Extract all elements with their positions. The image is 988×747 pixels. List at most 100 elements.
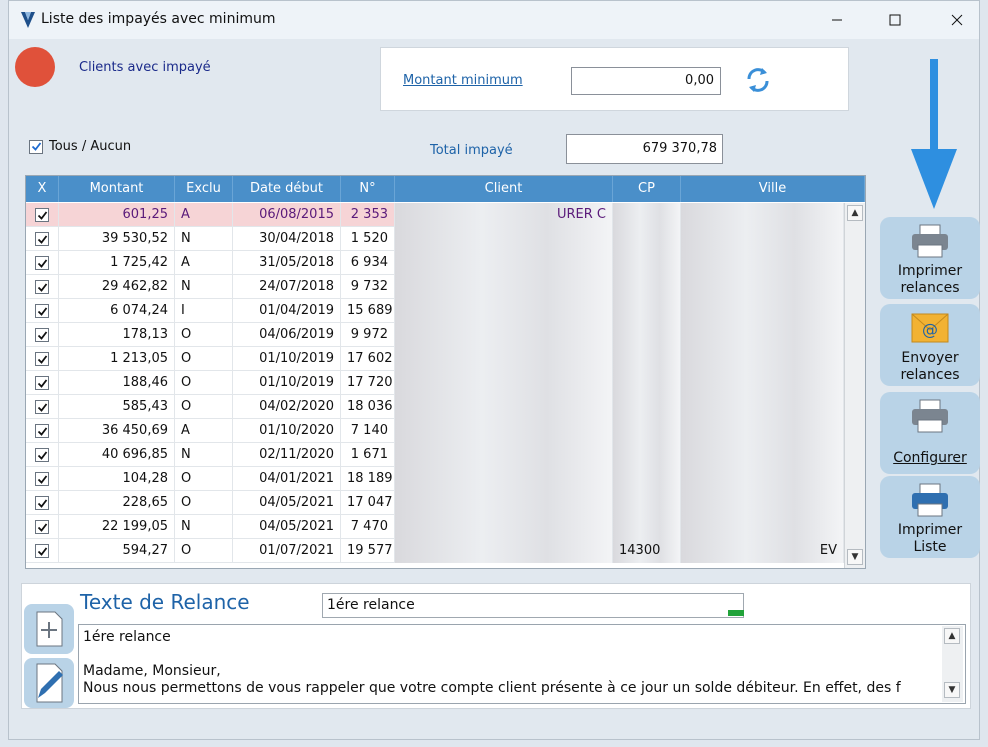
minimize-icon[interactable] <box>817 7 857 33</box>
check-icon[interactable] <box>35 256 49 270</box>
col-client[interactable]: Client <box>395 176 613 202</box>
row-checkbox[interactable] <box>26 491 59 515</box>
configurer-button[interactable]: Configurer <box>880 392 980 474</box>
cell-exclu: O <box>175 467 233 491</box>
table-row[interactable]: 585,43 O 04/02/2020 18 036 <box>26 395 844 419</box>
configurer-label: Configurer <box>893 450 967 466</box>
cell-exclu: N <box>175 515 233 539</box>
tous-aucun-checkbox[interactable] <box>29 139 43 154</box>
relance-line-1: 1ére relance <box>83 629 171 645</box>
scroll-up-icon[interactable]: ▲ <box>847 205 863 221</box>
row-checkbox[interactable] <box>26 371 59 395</box>
check-icon[interactable] <box>35 544 49 558</box>
cell-montant: 1 725,42 <box>59 251 175 275</box>
check-icon[interactable] <box>35 352 49 366</box>
relance-scroll-down-icon[interactable]: ▼ <box>944 682 960 698</box>
scroll-down-icon[interactable]: ▼ <box>847 549 863 565</box>
envoyer-relances-button[interactable]: @ Envoyer relances <box>880 304 980 386</box>
cell-cp <box>613 347 681 371</box>
col-numero[interactable]: N° <box>341 176 395 202</box>
check-icon[interactable] <box>35 496 49 510</box>
check-icon[interactable] <box>35 280 49 294</box>
table-row[interactable]: 178,13 O 04/06/2019 9 972 <box>26 323 844 347</box>
table-row[interactable]: 1 725,42 A 31/05/2018 6 934 <box>26 251 844 275</box>
cell-date: 04/05/2021 <box>233 515 341 539</box>
minimum-panel: Montant minimum 0,00 <box>380 47 849 111</box>
cell-cp <box>613 203 681 227</box>
row-checkbox[interactable] <box>26 539 59 563</box>
relance-scroll-up-icon[interactable]: ▲ <box>944 628 960 644</box>
cell-montant: 178,13 <box>59 323 175 347</box>
table-row[interactable]: 594,27 O 01/07/2021 19 577 14300 EV <box>26 539 844 563</box>
check-icon[interactable] <box>35 376 49 390</box>
montant-minimum-label: Montant minimum <box>403 73 523 88</box>
row-checkbox[interactable] <box>26 299 59 323</box>
cell-ville <box>681 299 844 323</box>
check-icon[interactable] <box>35 448 49 462</box>
imprimer-liste-button[interactable]: Imprimer Liste <box>880 476 980 558</box>
cell-client <box>395 371 613 395</box>
imprimer-liste-line1: Imprimer <box>897 522 963 538</box>
imprimer-relances-button[interactable]: Imprimer relances <box>880 217 980 299</box>
table-row[interactable]: 29 462,82 N 24/07/2018 9 732 <box>26 275 844 299</box>
relance-select[interactable]: 1ére relance <box>322 593 744 618</box>
table-row[interactable]: 601,25 A 06/08/2015 2 353 URER C <box>26 203 844 227</box>
check-icon[interactable] <box>35 424 49 438</box>
cell-ville <box>681 467 844 491</box>
table-row[interactable]: 40 696,85 N 02/11/2020 1 671 <box>26 443 844 467</box>
row-checkbox[interactable] <box>26 419 59 443</box>
row-checkbox[interactable] <box>26 227 59 251</box>
cell-exclu: A <box>175 203 233 227</box>
table-row[interactable]: 228,65 O 04/05/2021 17 047 <box>26 491 844 515</box>
cell-montant: 39 530,52 <box>59 227 175 251</box>
check-icon[interactable] <box>35 328 49 342</box>
main-window: Liste des impayés avec minimum Clients a… <box>8 0 980 740</box>
check-icon[interactable] <box>35 520 49 534</box>
refresh-icon[interactable] <box>745 65 771 95</box>
col-ville[interactable]: Ville <box>681 176 865 202</box>
col-exclu[interactable]: Exclu <box>175 176 233 202</box>
col-cp[interactable]: CP <box>613 176 681 202</box>
check-icon[interactable] <box>35 232 49 246</box>
cell-ville <box>681 395 844 419</box>
row-checkbox[interactable] <box>26 323 59 347</box>
montant-minimum-input[interactable]: 0,00 <box>571 67 721 95</box>
row-checkbox[interactable] <box>26 275 59 299</box>
table-row[interactable]: 188,46 O 01/10/2019 17 720 <box>26 371 844 395</box>
relance-scrollbar[interactable]: ▲ ▼ <box>942 626 963 702</box>
check-icon[interactable] <box>35 400 49 414</box>
add-relance-button[interactable] <box>24 604 74 654</box>
row-checkbox[interactable] <box>26 347 59 371</box>
table-row[interactable]: 104,28 O 04/01/2021 18 189 <box>26 467 844 491</box>
cell-exclu: O <box>175 491 233 515</box>
tous-aucun-toggle[interactable]: Tous / Aucun <box>29 139 131 154</box>
cell-num: 9 972 <box>341 323 395 347</box>
col-date-debut[interactable]: Date début <box>233 176 341 202</box>
table-row[interactable]: 1 213,05 O 01/10/2019 17 602 <box>26 347 844 371</box>
row-checkbox[interactable] <box>26 395 59 419</box>
row-checkbox[interactable] <box>26 443 59 467</box>
col-montant[interactable]: Montant <box>59 176 175 202</box>
table-row[interactable]: 36 450,69 A 01/10/2020 7 140 <box>26 419 844 443</box>
check-icon[interactable] <box>35 208 49 222</box>
check-icon[interactable] <box>35 472 49 486</box>
table-row[interactable]: 6 074,24 I 01/04/2019 15 689 <box>26 299 844 323</box>
row-checkbox[interactable] <box>26 203 59 227</box>
cell-exclu: O <box>175 323 233 347</box>
table-row[interactable]: 22 199,05 N 04/05/2021 7 470 <box>26 515 844 539</box>
maximize-icon[interactable] <box>875 7 915 33</box>
table-row[interactable]: 39 530,52 N 30/04/2018 1 520 <box>26 227 844 251</box>
cell-date: 04/06/2019 <box>233 323 341 347</box>
row-checkbox[interactable] <box>26 467 59 491</box>
check-icon[interactable] <box>35 304 49 318</box>
cell-num: 9 732 <box>341 275 395 299</box>
tous-aucun-label: Tous / Aucun <box>49 139 132 154</box>
row-checkbox[interactable] <box>26 515 59 539</box>
col-x[interactable]: X <box>26 176 59 202</box>
close-icon[interactable] <box>937 7 977 33</box>
row-checkbox[interactable] <box>26 251 59 275</box>
table-scrollbar[interactable]: ▲ ▼ <box>844 203 865 568</box>
cell-cp <box>613 323 681 347</box>
edit-relance-button[interactable] <box>24 658 74 708</box>
relance-textarea[interactable]: 1ére relance Madame, Monsieur, Nous nous… <box>78 624 966 704</box>
